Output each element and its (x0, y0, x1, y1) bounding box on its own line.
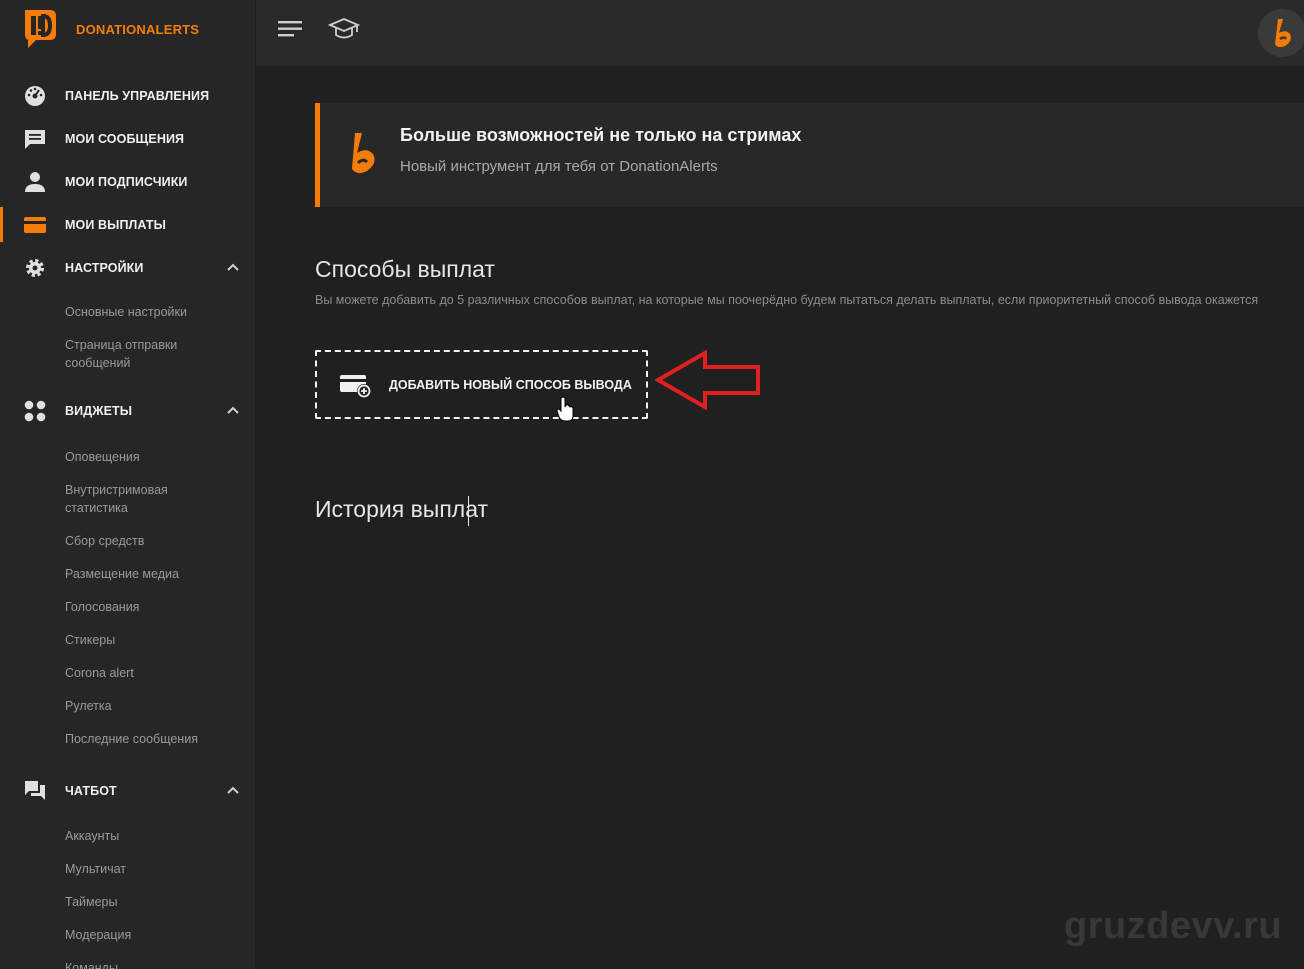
chevron-up-icon[interactable] (226, 403, 240, 417)
sidebar-item-messages[interactable]: МОИ СООБЩЕНИЯ (0, 117, 255, 160)
avatar[interactable] (1258, 9, 1304, 57)
submenu-item-message-page[interactable]: Страница отправки сообщений (0, 336, 205, 372)
add-payout-method-label: ДОБАВИТЬ НОВЫЙ СПОСОБ ВЫВОДА (389, 378, 632, 392)
top-bar (256, 0, 1304, 66)
annotation-arrow-icon (655, 350, 760, 410)
chatbot-submenu: Аккаунты Мультичат Таймеры Модерация Ком… (0, 812, 255, 969)
banner-subtitle: Новый инструмент для тебя от DonationAle… (400, 158, 718, 175)
b-logo-icon (1275, 19, 1291, 48)
sidebar-item-settings[interactable]: НАСТРОЙКИ (0, 246, 255, 289)
sidebar-item-label: ВИДЖЕТЫ (65, 403, 133, 418)
sidebar-item-dashboard[interactable]: ПАНЕЛЬ УПРАВЛЕНИЯ (0, 74, 255, 117)
payout-history-title: История выплат (315, 496, 489, 522)
widgets-icon (24, 400, 46, 422)
watermark: gruzdevv.ru (1064, 905, 1283, 947)
submenu-item-moderation[interactable]: Модерация (0, 926, 255, 944)
sidebar-item-payouts[interactable]: МОИ ВЫПЛАТЫ (0, 203, 255, 246)
payout-methods-title: Способы выплат (315, 256, 495, 282)
sidebar-item-label: МОИ СООБЩЕНИЯ (65, 131, 185, 146)
brand-name: DONATIONALERTS (76, 21, 200, 37)
submenu-item-polls[interactable]: Голосования (0, 598, 255, 616)
submenu-item-accounts[interactable]: Аккаунты (0, 827, 255, 845)
sidebar-item-label: ПАНЕЛЬ УПРАВЛЕНИЯ (65, 88, 210, 103)
sidebar-item-label: НАСТРОЙКИ (65, 260, 144, 275)
donationalerts-logo-icon (25, 10, 56, 48)
add-payout-method-button[interactable]: ДОБАВИТЬ НОВЫЙ СПОСОБ ВЫВОДА (315, 350, 648, 419)
dashboard-icon (25, 86, 45, 106)
submenu-item-fundraising[interactable]: Сбор средств (0, 532, 255, 550)
text-caret (468, 496, 469, 526)
user-icon (25, 172, 45, 192)
sidebar-item-label: МОИ ВЫПЛАТЫ (65, 217, 166, 232)
submenu-item-alerts[interactable]: Оповещения (0, 448, 255, 466)
submenu-item-stickers[interactable]: Стикеры (0, 631, 255, 649)
chat-icon (25, 781, 45, 800)
promo-banner[interactable]: Больше возможностей не только на стримах… (315, 103, 1304, 207)
sidebar: DONATIONALERTS ПАНЕЛЬ УПРАВЛЕНИЯ МОИ СОО… (0, 0, 256, 969)
banner-title: Больше возможностей не только на стримах (400, 125, 802, 145)
submenu-item-last-messages[interactable]: Последние сообщения (0, 730, 255, 748)
b-logo-icon (352, 133, 375, 174)
widgets-submenu: Оповещения Внутристримовая статистика Сб… (0, 432, 255, 748)
sidebar-nav: ПАНЕЛЬ УПРАВЛЕНИЯ МОИ СООБЩЕНИЯ МОИ ПОДП… (0, 74, 255, 969)
submenu-item-commands[interactable]: Команды (0, 959, 255, 969)
graduation-cap-icon[interactable] (328, 16, 360, 42)
submenu-item-multichat[interactable]: Мультичат (0, 860, 255, 878)
brand-logo[interactable]: DONATIONALERTS (22, 8, 199, 50)
payout-methods-description: Вы можете добавить до 5 различных способ… (315, 293, 1259, 307)
add-card-icon (340, 375, 371, 398)
hand-cursor-icon (556, 396, 574, 422)
sidebar-item-label: ЧАТБОТ (65, 783, 117, 798)
sidebar-item-label: МОИ ПОДПИСЧИКИ (65, 174, 188, 189)
submenu-item-basic-settings[interactable]: Основные настройки (0, 303, 255, 321)
sidebar-item-chatbot[interactable]: ЧАТБОТ (0, 769, 255, 812)
sidebar-item-widgets[interactable]: ВИДЖЕТЫ (0, 389, 255, 432)
hamburger-icon[interactable] (278, 19, 302, 39)
submenu-item-media[interactable]: Размещение медиа (0, 565, 255, 583)
submenu-item-timers[interactable]: Таймеры (0, 893, 255, 911)
settings-submenu: Основные настройки Страница отправки соо… (0, 289, 255, 384)
submenu-item-roulette[interactable]: Рулетка (0, 697, 255, 715)
submenu-item-stream-stats[interactable]: Внутристримовая статистика (0, 481, 190, 517)
message-icon (25, 130, 45, 149)
chevron-up-icon[interactable] (226, 783, 240, 797)
chevron-up-icon[interactable] (226, 260, 240, 274)
card-icon (24, 217, 46, 233)
gear-icon (26, 259, 44, 277)
submenu-item-corona-alert[interactable]: Corona alert (0, 664, 255, 682)
sidebar-item-subscribers[interactable]: МОИ ПОДПИСЧИКИ (0, 160, 255, 203)
